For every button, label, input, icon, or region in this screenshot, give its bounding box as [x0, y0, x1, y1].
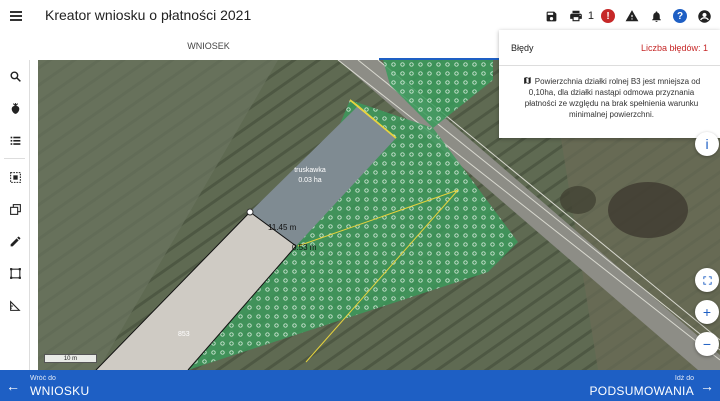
- back-big-label: WNIOSKU: [30, 384, 90, 398]
- errors-count-label: Liczba błędów: 1: [640, 42, 708, 53]
- print-icon[interactable]: [564, 2, 588, 30]
- save-icon[interactable]: [540, 2, 564, 30]
- help-icon[interactable]: ?: [668, 2, 692, 30]
- app-title: Kreator wniosku o płatności 2021: [45, 7, 252, 23]
- back-to-application-button[interactable]: ← Wróć do WNIOSKU: [0, 370, 200, 401]
- map-scale-bar: 10 m: [44, 354, 97, 363]
- zoom-in-button[interactable]: +: [695, 300, 719, 324]
- next-arrow-icon: →: [700, 378, 714, 394]
- zoom-out-button[interactable]: −: [695, 332, 719, 356]
- notifications-bell-icon[interactable]: [644, 2, 668, 30]
- edit-pencil-icon[interactable]: [0, 225, 30, 257]
- parcel-name-label: truskawka: [294, 167, 326, 174]
- next-small-label: Idź do: [674, 375, 694, 382]
- measure-icon[interactable]: [0, 289, 30, 321]
- fullscreen-icon[interactable]: [695, 268, 719, 292]
- dimension-label-2: 0.53 m: [292, 243, 317, 252]
- error-count: 1: [587, 10, 594, 22]
- info-icon[interactable]: i: [695, 132, 719, 156]
- hamburger-menu-icon[interactable]: [2, 0, 30, 32]
- tab-wniosek[interactable]: WNIOSEK: [38, 32, 379, 60]
- parcel-area-label: 0.03 ha: [298, 177, 321, 184]
- errors-panel-title: Błędy: [511, 42, 534, 53]
- map-toolbar: [0, 60, 30, 370]
- warning-icon[interactable]: [620, 2, 644, 30]
- back-arrow-icon: ←: [6, 378, 20, 394]
- header-icons: 1 ! ?: [540, 0, 716, 32]
- error-badge-icon[interactable]: !: [596, 2, 620, 30]
- map-icon: [523, 77, 531, 84]
- account-icon[interactable]: [692, 2, 716, 30]
- errors-panel-header: Błędy Liczba błędów: 1: [499, 30, 720, 66]
- go-to-summary-button[interactable]: Idź do PODSUMOWANIA →: [520, 370, 720, 401]
- polygon-draw-icon[interactable]: [0, 257, 30, 289]
- errors-panel: Błędy Liczba błędów: 1 Powierzchnia dzia…: [499, 30, 720, 138]
- app-header: Kreator wniosku o płatności 2021 1 ! ?: [0, 0, 720, 32]
- copy-shape-icon[interactable]: [0, 193, 30, 225]
- error-message-text: Powierzchnia działki rolnej B3 jest mnie…: [524, 77, 701, 119]
- select-parcel-icon[interactable]: [0, 161, 30, 193]
- strawberry-crop-icon[interactable]: [0, 92, 30, 124]
- toolbar-divider: [4, 158, 25, 159]
- footer-nav: ← Wróć do WNIOSKU Idź do PODSUMOWANIA →: [0, 370, 720, 401]
- back-small-label: Wróć do: [30, 375, 56, 382]
- search-icon[interactable]: [0, 60, 30, 92]
- parcel-number-label: 853: [178, 331, 190, 338]
- error-message[interactable]: Powierzchnia działki rolnej B3 jest mnie…: [499, 66, 720, 120]
- list-icon[interactable]: [0, 124, 30, 156]
- dimension-label-1: 11.45 m: [268, 223, 297, 232]
- next-big-label: PODSUMOWANIA: [589, 384, 694, 398]
